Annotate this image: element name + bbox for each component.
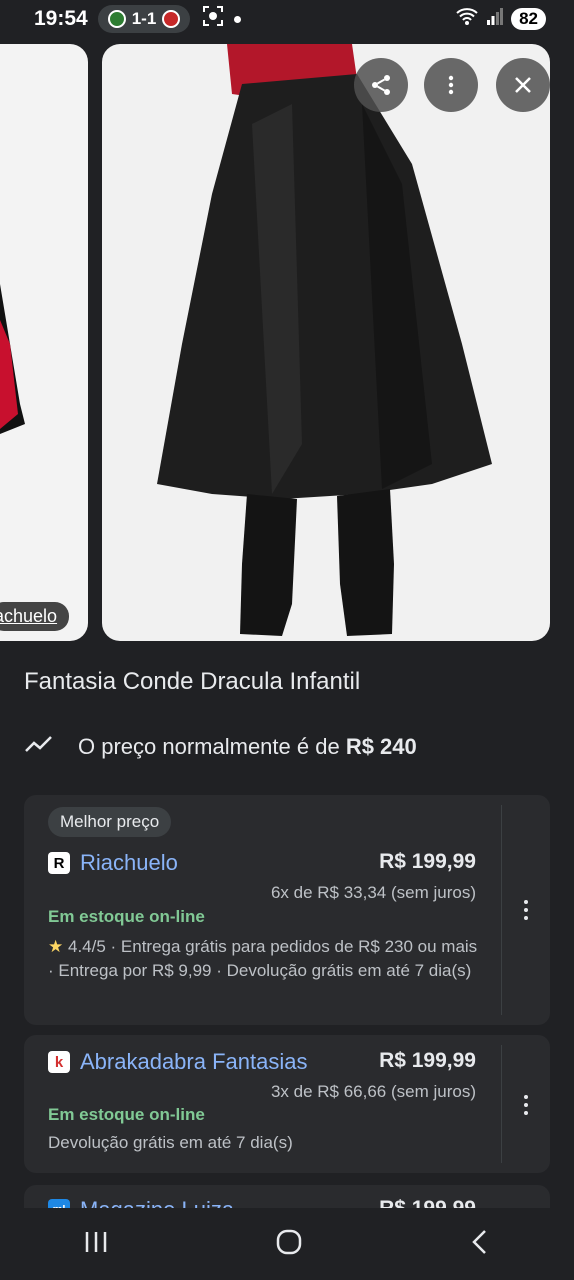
offer-price: R$ 199,99: [379, 850, 476, 873]
shipping-details: · Entrega grátis para pedidos de R$ 230 …: [48, 937, 478, 980]
signal-icon: [487, 7, 504, 31]
riachuelo-logo-icon: R: [48, 852, 70, 874]
score-text: 1-1: [131, 9, 157, 28]
trending-icon: [24, 734, 54, 760]
stock-status: Em estoque on-line: [48, 1105, 205, 1124]
notification-dot-icon: [234, 15, 242, 23]
divider: [501, 805, 502, 1015]
status-bar: 19:54 1-1 82: [0, 0, 574, 38]
previous-product-image[interactable]: achuelo: [0, 44, 88, 641]
wifi-icon: [455, 6, 479, 32]
rating: 4.4/5: [67, 937, 106, 956]
offer-more-button[interactable]: [516, 1085, 536, 1125]
product-title: Fantasia Conde Dracula Infantil: [24, 668, 361, 695]
dracula-costume-image: [157, 44, 492, 636]
recents-icon: [85, 1231, 107, 1252]
offer-details: ★ 4.4/5 · Entrega grátis para pedidos de…: [48, 935, 478, 983]
store-label[interactable]: Riachuelo: [80, 850, 178, 876]
share-icon: [372, 75, 390, 95]
share-button[interactable]: [354, 58, 408, 112]
home-button[interactable]: [275, 1228, 303, 1261]
abrakadabra-logo-icon: k: [48, 1051, 70, 1073]
back-icon: [472, 1229, 486, 1254]
more-vert-icon: [448, 75, 454, 95]
store-name[interactable]: k Abrakadabra Fantasias: [48, 1049, 307, 1075]
offer-price: R$ 199,99: [379, 1049, 476, 1072]
star-icon: ★: [48, 937, 64, 956]
status-time: 19:54: [34, 7, 88, 30]
installments: 6x de R$ 33,34 (sem juros): [270, 883, 476, 902]
typical-price: R$ 240: [345, 734, 417, 759]
system-nav-bar: [0, 1208, 574, 1280]
back-button[interactable]: [469, 1229, 491, 1260]
store-chip[interactable]: achuelo: [0, 602, 70, 631]
offer-details: Devolução grátis em até 7 dia(s): [48, 1133, 293, 1152]
close-icon: [515, 77, 531, 93]
stock-status: Em estoque on-line: [48, 907, 205, 926]
screenshot-icon: [202, 5, 224, 33]
team-crest-icon: [107, 10, 126, 28]
store-name[interactable]: R Riachuelo: [48, 850, 178, 876]
divider: [501, 1045, 502, 1163]
price-history-note: O preço normalmente é de R$ 240: [24, 734, 417, 760]
price-note-text: O preço normalmente é de: [78, 734, 346, 759]
close-button[interactable]: [496, 58, 550, 112]
cape-thumbnail: [0, 284, 25, 434]
product-image[interactable]: [102, 44, 550, 641]
offer-more-button[interactable]: [516, 890, 536, 930]
store-label[interactable]: Abrakadabra Fantasias: [80, 1049, 307, 1075]
offer-card[interactable]: k Abrakadabra Fantasias R$ 199,99 3x de …: [24, 1035, 550, 1173]
live-score-chip[interactable]: 1-1: [97, 5, 191, 33]
offer-card[interactable]: Melhor preço R Riachuelo R$ 199,99 6x de…: [24, 795, 550, 1025]
more-options-button[interactable]: [424, 58, 478, 112]
recent-apps-button[interactable]: [83, 1230, 109, 1259]
home-icon: [276, 1229, 302, 1254]
best-price-badge: Melhor preço: [48, 807, 172, 837]
installments: 3x de R$ 66,66 (sem juros): [270, 1082, 476, 1101]
team-crest-icon: [162, 10, 181, 28]
battery-indicator: 82: [511, 8, 546, 30]
